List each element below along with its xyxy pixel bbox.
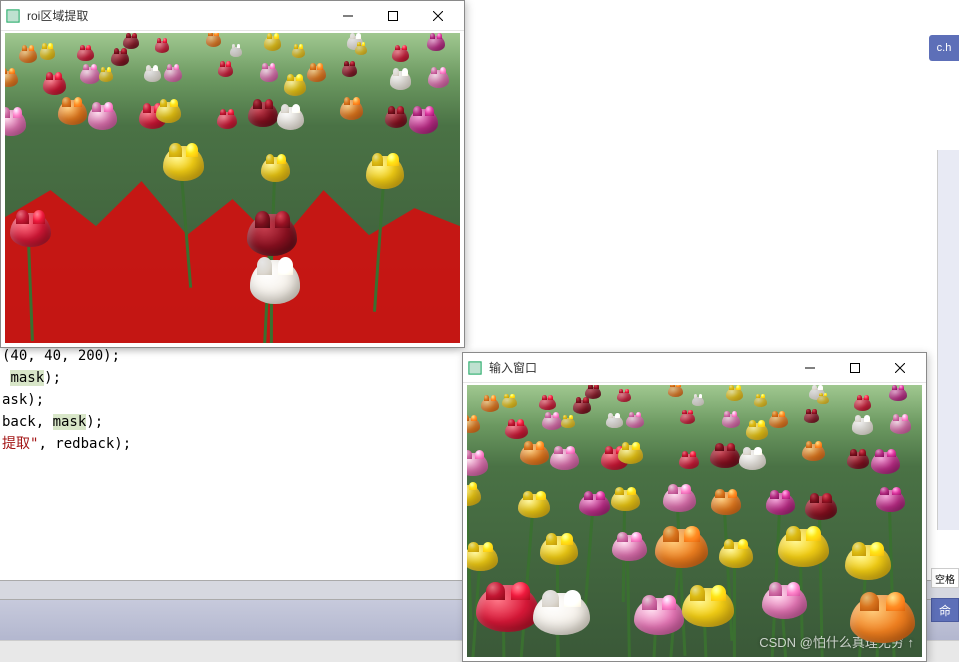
input-image-content: CSDN @怕什么真理无穷 ↑ (463, 383, 926, 661)
code-highlight: mask (10, 370, 44, 386)
minimize-button[interactable] (787, 353, 832, 382)
ide-file-tab[interactable]: c.h (929, 35, 959, 61)
code-text: ); (44, 370, 61, 386)
roi-image-content (1, 31, 464, 347)
code-highlight: mask (53, 414, 87, 430)
code-text: ); (86, 414, 103, 430)
titlebar[interactable]: roi区域提取 (1, 1, 464, 31)
btn-label: 空格 (935, 571, 955, 586)
close-button[interactable] (877, 353, 922, 382)
window-input[interactable]: 输入窗口 CSDN @怕什么真理无穷 ↑ (462, 352, 927, 662)
code-text: (40, 40, 200); (2, 348, 120, 364)
code-line: back, mask); (2, 411, 460, 433)
ide-command-button[interactable]: 命 (931, 598, 959, 622)
code-line: ask); (2, 389, 460, 411)
maximize-button[interactable] (832, 353, 877, 382)
ide-side-panel (937, 150, 959, 530)
window-controls (325, 1, 460, 30)
code-string: 提取" (2, 436, 38, 452)
maximize-button[interactable] (370, 1, 415, 30)
tab-label: c.h (937, 42, 952, 54)
app-icon (467, 360, 483, 376)
minimize-button[interactable] (325, 1, 370, 30)
code-line: mask); (2, 367, 460, 389)
ide-setting-button[interactable]: 空格 (931, 568, 959, 588)
code-line: 提取", redback); (2, 433, 460, 455)
roi-red-fill (5, 163, 460, 343)
app-icon (5, 8, 21, 24)
code-editor[interactable]: (40, 40, 200); mask); ask); back, mask);… (0, 345, 460, 545)
code-line: (40, 40, 200); (2, 345, 460, 367)
code-text: ask); (2, 392, 44, 408)
code-text: back, (2, 414, 53, 430)
window-title: roi区域提取 (27, 7, 325, 24)
btn-label: 命 (939, 602, 951, 619)
window-controls (787, 353, 922, 382)
close-button[interactable] (415, 1, 460, 30)
window-title: 输入窗口 (489, 359, 787, 376)
titlebar[interactable]: 输入窗口 (463, 353, 926, 383)
window-roi[interactable]: roi区域提取 (0, 0, 465, 348)
code-text: , redback); (38, 436, 131, 452)
